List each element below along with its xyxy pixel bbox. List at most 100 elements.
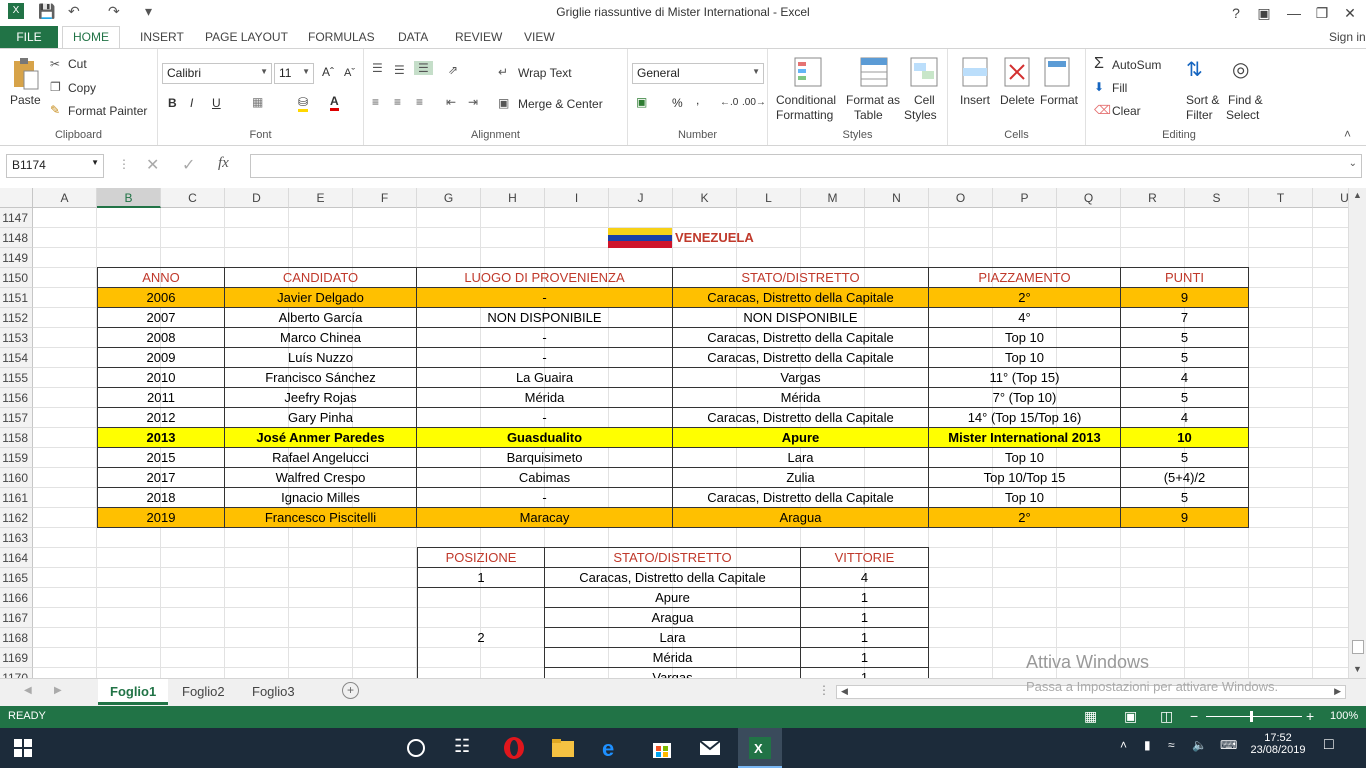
table-cell[interactable]: 2007 [97, 308, 225, 328]
mail-icon[interactable] [698, 736, 722, 760]
ranking-wins-cell[interactable]: 4 [801, 568, 929, 588]
wifi-icon[interactable]: ≈ [1168, 738, 1175, 752]
add-sheet-icon[interactable]: + [342, 682, 359, 699]
ribbon-display-icon[interactable]: ▣ [1250, 2, 1278, 24]
wrap-text-button[interactable]: Wrap Text [518, 66, 572, 80]
table-cell[interactable]: 2006 [97, 288, 225, 308]
restore-button[interactable]: ❐ [1308, 2, 1336, 24]
cortana-icon[interactable] [404, 736, 428, 760]
copy-button[interactable]: Copy [68, 81, 96, 95]
table-cell[interactable]: Apure [673, 428, 929, 448]
show-hidden-icons-icon[interactable]: ˄ [1120, 738, 1127, 752]
decrease-decimal-icon[interactable]: .00→ [742, 97, 766, 108]
page-layout-view-icon[interactable]: ▣ [1124, 708, 1137, 725]
increase-decimal-icon[interactable]: ←.0 [720, 97, 738, 108]
tab-insert[interactable]: INSERT [140, 30, 184, 44]
tab-review[interactable]: REVIEW [455, 30, 502, 44]
ranking-state-cell[interactable]: Apure [545, 588, 801, 608]
table-cell[interactable]: Top 10/Top 15 [929, 468, 1121, 488]
row-header[interactable]: 1166 [0, 588, 33, 608]
column-header-b[interactable]: B [97, 188, 161, 208]
table-cell[interactable]: - [417, 348, 673, 368]
column-header-c[interactable]: C [161, 188, 225, 208]
table-cell[interactable]: Mérida [417, 388, 673, 408]
table-cell[interactable]: Jeefry Rojas [225, 388, 417, 408]
autosum-button[interactable]: AutoSum [1112, 58, 1161, 72]
ranking-position-cell[interactable]: 2 [417, 588, 545, 678]
comma-button[interactable]: , [696, 93, 699, 107]
table-cell[interactable]: 11° (Top 15) [929, 368, 1121, 388]
table-cell[interactable]: Mister International 2013 [929, 428, 1121, 448]
table-cell[interactable]: 2° [929, 508, 1121, 528]
delete-button[interactable]: Delete [1000, 93, 1035, 107]
row-header[interactable]: 1157 [0, 408, 33, 428]
row-header[interactable]: 1156 [0, 388, 33, 408]
column-header-d[interactable]: D [225, 188, 289, 208]
column-header-n[interactable]: N [865, 188, 929, 208]
table-cell[interactable]: Top 10 [929, 328, 1121, 348]
table-cell[interactable]: 4 [1121, 408, 1249, 428]
table-cell[interactable]: 2012 [97, 408, 225, 428]
table-cell[interactable]: Caracas, Distretto della Capitale [673, 408, 929, 428]
row-header[interactable]: 1168 [0, 628, 33, 648]
row-header[interactable]: 1161 [0, 488, 33, 508]
row-header[interactable]: 1162 [0, 508, 33, 528]
table-cell[interactable]: 2009 [97, 348, 225, 368]
sheet-tab-foglio3[interactable]: Foglio3 [240, 679, 307, 705]
insert-button[interactable]: Insert [960, 93, 990, 107]
task-view-icon[interactable]: ☷ [454, 736, 478, 760]
table-header-cell[interactable]: STATO/DISTRETTO [673, 267, 929, 288]
ranking-state-cell[interactable]: Vargas [545, 668, 801, 678]
table-cell[interactable]: Maracay [417, 508, 673, 528]
opera-browser-icon[interactable] [502, 736, 526, 760]
table-cell[interactable]: NON DISPONIBILE [417, 308, 673, 328]
column-header-i[interactable]: I [545, 188, 609, 208]
table-cell[interactable]: José Anmer Paredes [225, 428, 417, 448]
conditional-formatting-button[interactable]: Conditional [776, 93, 836, 107]
table-cell[interactable]: 9 [1121, 508, 1249, 528]
ranking-state-cell[interactable]: Caracas, Distretto della Capitale [545, 568, 801, 588]
row-header[interactable]: 1151 [0, 288, 33, 308]
shrink-font-icon[interactable]: Aˇ [344, 67, 355, 79]
row-header[interactable]: 1155 [0, 368, 33, 388]
row-header[interactable]: 1154 [0, 348, 33, 368]
row-header[interactable]: 1150 [0, 268, 33, 288]
fill-color-icon[interactable]: ⛁ [298, 95, 309, 112]
ranking-wins-cell[interactable]: 1 [801, 628, 929, 648]
column-header-m[interactable]: M [801, 188, 865, 208]
fill-button[interactable]: Fill [1112, 81, 1127, 95]
scroll-down-icon[interactable]: ▼ [1353, 664, 1362, 674]
vertical-scrollbar[interactable]: ▲ ▼ [1348, 188, 1366, 678]
table-cell[interactable]: Rafael Angelucci [225, 448, 417, 468]
zoom-slider-thumb[interactable] [1250, 711, 1253, 722]
ranking-wins-cell[interactable]: 1 [801, 648, 929, 668]
table-header-cell[interactable]: PUNTI [1121, 267, 1249, 288]
column-header-k[interactable]: K [673, 188, 737, 208]
cancel-icon[interactable]: ✕ [146, 155, 159, 175]
row-header[interactable]: 1152 [0, 308, 33, 328]
table-header-cell[interactable]: PIAZZAMENTO [929, 267, 1121, 288]
store-icon[interactable] [650, 736, 674, 760]
grow-font-icon[interactable]: Aˆ [322, 65, 334, 79]
table-cell[interactable]: 5 [1121, 488, 1249, 508]
table-header-cell[interactable]: CANDIDATO [225, 267, 417, 288]
table-cell[interactable]: 5 [1121, 348, 1249, 368]
table-header-cell[interactable]: ANNO [97, 267, 225, 288]
ranking-state-cell[interactable]: Aragua [545, 608, 801, 628]
table-cell[interactable]: 5 [1121, 388, 1249, 408]
table-cell[interactable]: Top 10 [929, 448, 1121, 468]
borders-icon[interactable]: ▦ [252, 95, 263, 109]
table-cell[interactable]: Guasdualito [417, 428, 673, 448]
accounting-format-icon[interactable]: ▣ [636, 95, 647, 109]
row-header[interactable]: 1153 [0, 328, 33, 348]
edge-browser-icon[interactable]: e [602, 736, 626, 761]
column-header-j[interactable]: J [609, 188, 673, 208]
format-painter-button[interactable]: Format Painter [68, 104, 147, 118]
clear-button[interactable]: Clear [1112, 104, 1141, 118]
table-cell[interactable]: NON DISPONIBILE [673, 308, 929, 328]
column-header-t[interactable]: T [1249, 188, 1313, 208]
percent-button[interactable]: % [672, 96, 683, 110]
underline-button[interactable]: U [212, 96, 221, 110]
column-header-h[interactable]: H [481, 188, 545, 208]
table-cell[interactable]: Ignacio Milles [225, 488, 417, 508]
